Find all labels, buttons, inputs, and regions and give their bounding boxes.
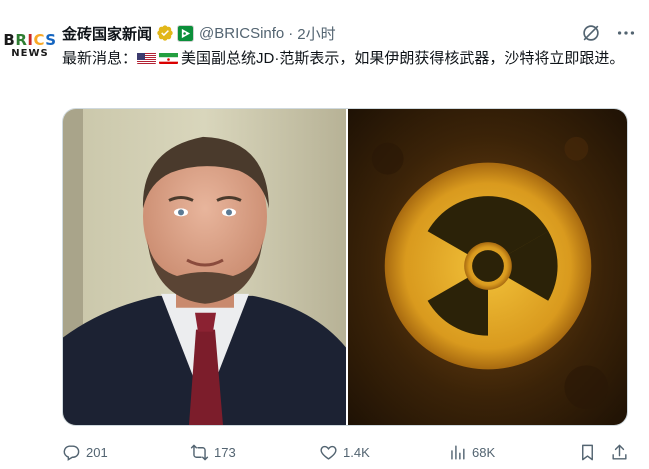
action-bar: 201 173 1.4K 68K <box>62 440 637 464</box>
separator-dot: · <box>288 24 294 42</box>
bookmark-icon <box>582 444 593 460</box>
views-chart-icon <box>451 444 465 460</box>
text-body: 美国副总统JD·范斯表示，如果伊朗获得核武器，沙特将立即跟进。 <box>181 50 625 67</box>
radiation-symbol-icon <box>348 109 627 425</box>
reply-button[interactable]: 201 <box>62 440 108 464</box>
reply-count: 201 <box>86 444 108 460</box>
iran-flag-icon <box>159 51 179 64</box>
grok-icon[interactable] <box>580 22 602 44</box>
tweet-text: 最新消息： 美国副总统JD·范斯表示，如果伊朗获得核武器，沙特将立即跟进。 <box>62 48 637 70</box>
share-icon <box>612 444 627 460</box>
timestamp[interactable]: 2小时 <box>297 23 335 44</box>
avatar-logo-bottom: NEWS <box>11 47 49 59</box>
portrait-image <box>63 109 346 425</box>
play-icon <box>181 28 191 38</box>
more-options-icon[interactable] <box>615 22 637 44</box>
tweet-header: 金砖国家新闻 @BRICSinfo · 2小时 <box>62 22 336 44</box>
share-button[interactable] <box>610 440 634 464</box>
bookmark-button[interactable] <box>578 440 602 464</box>
avatar-logo-top: BRICS <box>3 30 57 49</box>
photo-radiation[interactable] <box>348 109 627 425</box>
author-name[interactable]: 金砖国家新闻 <box>62 23 152 44</box>
view-count: 68K <box>472 444 496 460</box>
views-button[interactable]: 68K <box>448 440 495 464</box>
affiliate-badge-icon[interactable] <box>177 24 195 42</box>
avatar[interactable]: BRICS NEWS <box>3 22 57 70</box>
like-button[interactable]: 1.4K <box>319 440 370 464</box>
author-handle[interactable]: @BRICSinfo <box>199 25 284 42</box>
photo-portrait[interactable] <box>63 109 346 425</box>
us-flag-icon <box>137 51 157 64</box>
reply-icon <box>63 444 80 461</box>
heart-icon <box>320 445 337 460</box>
repost-button[interactable]: 173 <box>190 440 236 464</box>
media-grid[interactable] <box>62 108 628 426</box>
like-count: 1.4K <box>343 444 370 460</box>
repost-icon <box>190 444 209 460</box>
verified-badge-icon[interactable] <box>156 24 174 42</box>
repost-count: 173 <box>214 444 236 460</box>
tweet[interactable]: BRICS NEWS 金砖国家新闻 @BRICSinfo · 2小时 最新消息： <box>0 0 649 469</box>
text-prefix: 最新消息： <box>62 50 138 67</box>
